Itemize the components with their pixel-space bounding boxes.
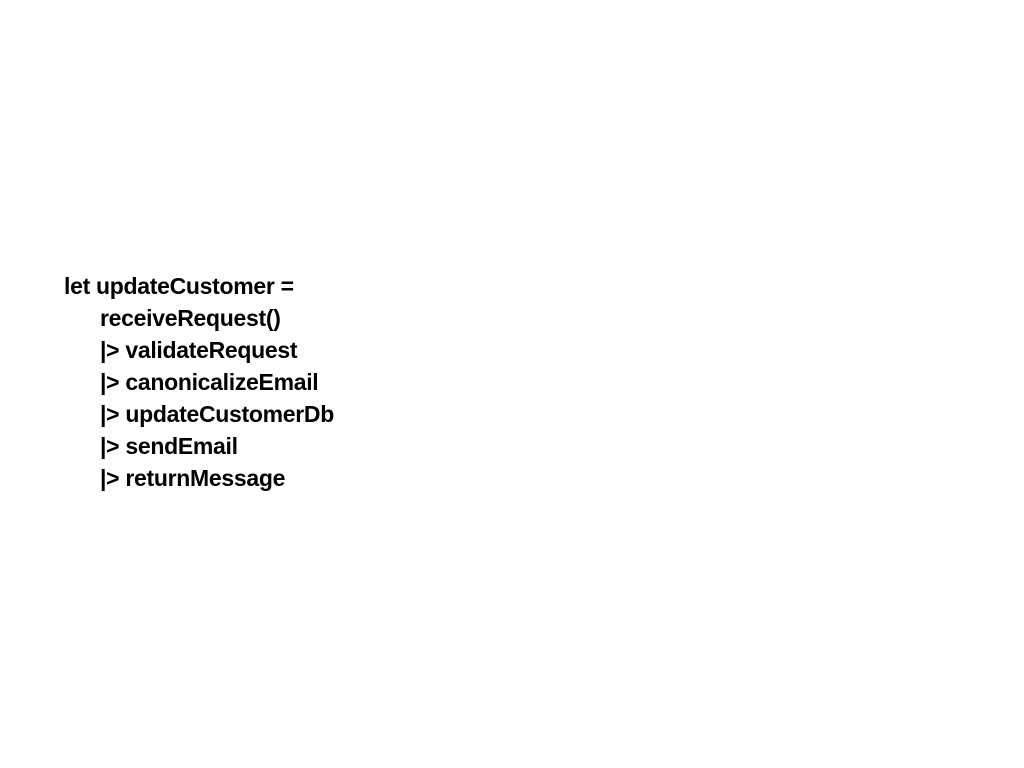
code-line-validate-request: |> validateRequest bbox=[100, 337, 298, 363]
slide: let updateCustomer = receiveRequest() |>… bbox=[0, 0, 1024, 768]
code-line-return-message: |> returnMessage bbox=[100, 465, 286, 491]
code-line-canonicalize-email: |> canonicalizeEmail bbox=[100, 369, 319, 395]
code-snippet: let updateCustomer = receiveRequest() |>… bbox=[64, 270, 334, 494]
code-line-update-customer-db: |> updateCustomerDb bbox=[100, 401, 334, 427]
code-line-declaration: let updateCustomer = bbox=[64, 273, 294, 299]
code-line-send-email: |> sendEmail bbox=[100, 433, 238, 459]
code-line-receive-request: receiveRequest() bbox=[100, 305, 281, 331]
